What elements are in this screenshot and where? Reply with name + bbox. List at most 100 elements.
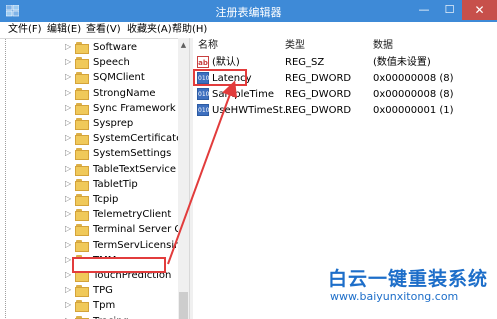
folder-icon bbox=[75, 315, 90, 319]
expand-arrow-icon[interactable]: ▷ bbox=[65, 42, 71, 52]
expand-arrow-icon[interactable]: ▷ bbox=[65, 240, 71, 250]
expand-arrow-icon[interactable]: ▷ bbox=[65, 103, 71, 113]
expand-arrow-icon[interactable]: ▷ bbox=[65, 285, 71, 295]
tree-item[interactable]: ▷ TPG bbox=[0, 283, 178, 298]
folder-icon bbox=[75, 163, 90, 176]
minimize-button[interactable]: — bbox=[411, 0, 437, 20]
value-data: 0x00000001 (1) bbox=[373, 105, 454, 116]
tree-item[interactable]: ▷ Tpm bbox=[0, 298, 178, 313]
menu-edit[interactable]: 编辑(E) bbox=[47, 23, 81, 37]
expand-arrow-icon[interactable]: ▷ bbox=[65, 164, 71, 174]
expand-arrow-icon[interactable]: ▷ bbox=[65, 57, 71, 67]
menu-favorites[interactable]: 收藏夹(A) bbox=[127, 23, 172, 37]
tree-item-label: TelemetryClient bbox=[93, 209, 172, 221]
tree-item[interactable]: ▷ SystemCertificates bbox=[0, 131, 187, 146]
folder-icon bbox=[75, 57, 90, 70]
expand-arrow-icon[interactable]: ▷ bbox=[65, 179, 71, 189]
dword-value-icon: 010 bbox=[197, 104, 209, 116]
folder-icon bbox=[75, 239, 90, 252]
tree-item-label: StrongName bbox=[93, 87, 156, 99]
value-type: REG_SZ bbox=[285, 57, 325, 68]
tree-item-label: Sysprep bbox=[93, 118, 134, 129]
value-row[interactable]: 010 SampleTime REG_DWORD 0x00000008 (8) bbox=[193, 87, 497, 102]
scroll-thumb[interactable] bbox=[179, 292, 188, 319]
tree-item-label: Tracing bbox=[93, 315, 129, 319]
expand-arrow-icon[interactable]: ▷ bbox=[65, 88, 71, 98]
value-type: REG_DWORD bbox=[285, 73, 352, 84]
value-name: SampleTime bbox=[212, 89, 274, 100]
menu-file[interactable]: 文件(F) bbox=[8, 23, 42, 37]
expand-arrow-icon[interactable]: ▷ bbox=[65, 194, 71, 204]
folder-icon bbox=[75, 300, 90, 313]
expand-arrow-icon[interactable]: ▷ bbox=[65, 300, 71, 310]
column-header-type[interactable]: 类型 bbox=[285, 38, 305, 54]
value-data: 0x00000008 (8) bbox=[373, 89, 454, 100]
dword-value-icon: 010 bbox=[197, 88, 209, 100]
folder-icon bbox=[75, 285, 90, 298]
tree-scrollbar[interactable]: ▲ bbox=[178, 38, 189, 319]
tree-item-label: Tpm bbox=[93, 300, 116, 312]
expand-arrow-icon[interactable]: ▷ bbox=[65, 133, 71, 143]
value-type: REG_DWORD bbox=[285, 89, 352, 100]
tree-item[interactable]: ▷ Software bbox=[0, 40, 178, 55]
latency-highlight-box bbox=[193, 69, 247, 86]
value-data: (数值未设置) bbox=[373, 57, 431, 68]
title-bar: 注册表编辑器 — ☐ ✕ bbox=[0, 0, 497, 22]
scroll-up-arrow-icon[interactable]: ▲ bbox=[178, 40, 189, 50]
value-row[interactable]: ab (默认) REG_SZ (数值未设置) bbox=[193, 55, 497, 70]
expand-arrow-icon[interactable]: ▷ bbox=[65, 255, 71, 265]
tree-item-label: Sync Framework bbox=[93, 102, 176, 114]
menu-view[interactable]: 查看(V) bbox=[86, 23, 121, 37]
folder-icon bbox=[75, 42, 90, 54]
folder-icon bbox=[75, 118, 90, 130]
tree-item-label: Speech bbox=[93, 57, 130, 69]
tree-item[interactable]: ▷ TabletTip bbox=[0, 177, 178, 192]
expand-arrow-icon[interactable]: ▷ bbox=[65, 118, 71, 128]
folder-icon bbox=[75, 209, 90, 222]
tree-item-label: SystemCertificates bbox=[93, 133, 188, 145]
tree-item[interactable]: ▷ SystemSettings bbox=[0, 146, 178, 161]
expand-arrow-icon[interactable]: ▷ bbox=[65, 209, 71, 219]
value-name: (默认) bbox=[212, 57, 240, 68]
tree-item[interactable]: ▷ Tcpip bbox=[0, 192, 178, 207]
tree-item[interactable]: ▷ TermServLicensing bbox=[0, 238, 187, 253]
tree-item-label: TPG bbox=[93, 285, 113, 297]
value-name: UseHWTimeSt... bbox=[212, 105, 293, 116]
menu-help[interactable]: 帮助(H) bbox=[172, 23, 207, 37]
expand-arrow-icon[interactable]: ▷ bbox=[65, 72, 71, 82]
tree-item[interactable]: ▷ Sysprep bbox=[0, 116, 178, 131]
string-value-icon: ab bbox=[197, 56, 209, 68]
folder-icon bbox=[75, 133, 90, 146]
watermark-title: 白云一键重装系统 bbox=[328, 268, 489, 290]
menu-bar: 文件(F) 编辑(E) 查看(V) 收藏夹(A) 帮助(H) bbox=[0, 22, 497, 38]
tree-item[interactable]: ▷ StrongName bbox=[0, 86, 178, 101]
tree-item[interactable]: ▷ Sync Framework bbox=[0, 101, 178, 116]
column-header-data[interactable]: 数据 bbox=[373, 38, 393, 54]
close-button[interactable]: ✕ bbox=[462, 0, 497, 20]
tree-item[interactable]: ▷ SQMClient bbox=[0, 70, 178, 85]
tree-item[interactable]: ▷ TableTextService bbox=[0, 162, 178, 177]
tree-item[interactable]: ▷ Tracing bbox=[0, 314, 178, 319]
expand-arrow-icon[interactable]: ▷ bbox=[65, 224, 71, 234]
registry-tree[interactable]: ▷ Software ▷ Speech ▷ SQMClient ▷ StrongName ▷ Sy… bbox=[0, 38, 193, 319]
watermark-url: www.baiyunxitong.com bbox=[330, 290, 459, 303]
value-row[interactable]: 010 UseHWTimeSt... REG_DWORD 0x00000001 (1) bbox=[193, 103, 497, 118]
column-header-name[interactable]: 名称 bbox=[198, 38, 218, 54]
expand-arrow-icon[interactable]: ▷ bbox=[65, 270, 71, 280]
folder-icon bbox=[75, 148, 90, 161]
value-data: 0x00000008 (8) bbox=[373, 73, 454, 84]
maximize-button[interactable]: ☐ bbox=[437, 0, 462, 20]
tree-item[interactable]: ▷ TelemetryClient bbox=[0, 207, 178, 222]
expand-arrow-icon[interactable]: ▷ bbox=[65, 316, 71, 319]
tree-item[interactable]: ▷ Speech bbox=[0, 55, 178, 70]
tree-item[interactable]: ▷ Terminal Server Clie bbox=[0, 222, 193, 237]
expand-arrow-icon[interactable]: ▷ bbox=[65, 148, 71, 158]
folder-icon bbox=[75, 224, 90, 237]
folder-icon bbox=[75, 178, 90, 191]
selected-key-highlight bbox=[72, 257, 166, 273]
tree-item-label: SQMClient bbox=[93, 72, 145, 84]
tree-item-label: TabletTip bbox=[93, 178, 138, 190]
tree-item-label: Software bbox=[93, 42, 138, 53]
tree-item-label: TermServLicensing bbox=[93, 239, 187, 251]
tree-item-label: Tcpip bbox=[93, 194, 119, 205]
